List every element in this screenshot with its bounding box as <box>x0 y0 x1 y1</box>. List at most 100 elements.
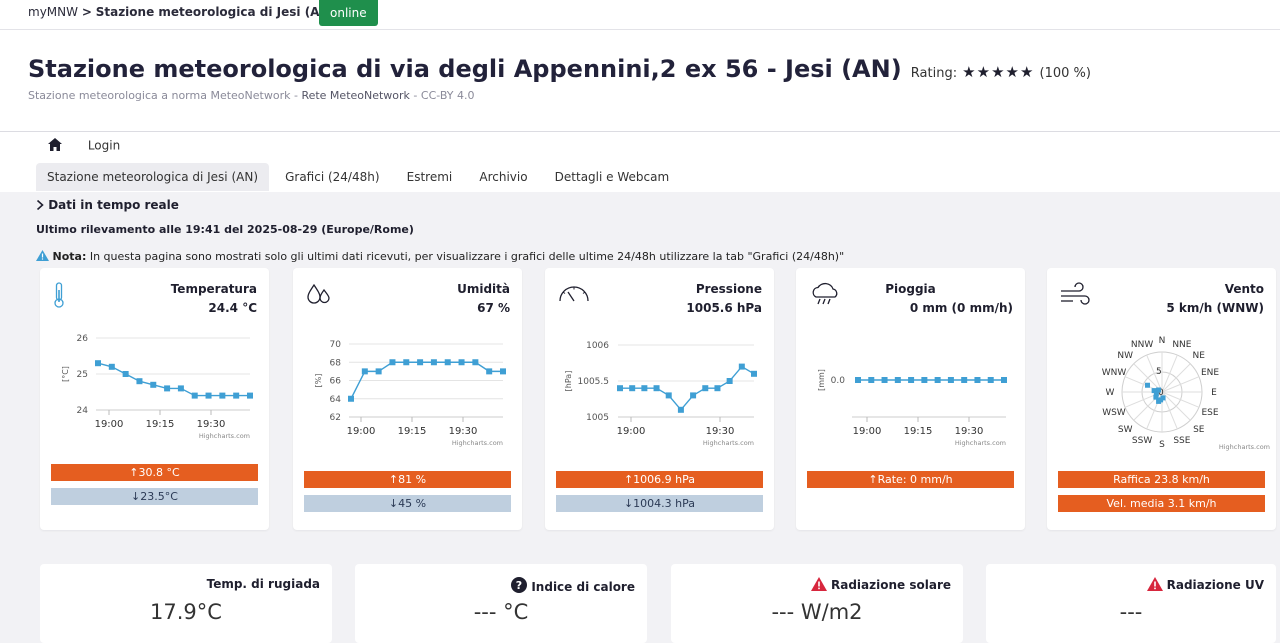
page-subtitle: Stazione meteorologica a norma MeteoNetw… <box>28 89 475 102</box>
tab-extremes[interactable]: Estremi <box>396 163 464 191</box>
subtitle-license: - CC-BY 4.0 <box>409 89 475 102</box>
y-tick-label: 1005.5 <box>578 377 610 387</box>
pressure-label: Pressione <box>695 282 762 296</box>
data-point <box>1153 394 1159 400</box>
uv-radiation-header: Radiazione UV <box>1146 577 1264 592</box>
tab-charts[interactable]: Grafici (24/48h) <box>274 163 390 191</box>
data-point <box>690 392 697 399</box>
y-axis-label: [hPa] <box>564 371 573 392</box>
data-point <box>641 385 648 392</box>
direction-label: NW <box>1117 351 1133 361</box>
data-point <box>629 385 636 392</box>
subtitle-standard: Stazione meteorologica a norma MeteoNetw… <box>28 89 302 102</box>
data-point <box>458 359 465 366</box>
y-tick-label: 0.0 <box>831 376 846 386</box>
x-tick-label: 19:15 <box>904 426 933 437</box>
x-tick-label: 19:15 <box>398 426 427 437</box>
humidity-icon <box>305 282 333 314</box>
data-point <box>908 377 915 383</box>
heat-index-label: Indice di calore <box>531 580 635 594</box>
tab-details-webcam[interactable]: Dettagli e Webcam <box>544 163 681 191</box>
chevron-right-icon <box>36 199 44 211</box>
data-point <box>855 377 861 383</box>
series-line <box>97 362 250 397</box>
humidity-label: Umidità <box>457 282 510 296</box>
y-tick-label: 62 <box>330 413 341 423</box>
data-point <box>95 360 101 367</box>
data-point <box>726 378 733 384</box>
data-point <box>177 385 184 392</box>
y-axis-label: [°C] <box>61 366 70 382</box>
x-tick-label: 19:00 <box>347 426 376 437</box>
data-point <box>653 385 660 392</box>
pressure-card: Pressione 1005.6 hPa 1006 1005.5 1005 [hPa]… <box>545 268 774 530</box>
wind-label: Vento <box>1224 282 1264 296</box>
data-point <box>738 363 745 370</box>
data-point <box>361 368 368 375</box>
humidity-card: Umidità 67 % 70 68 66 64 62 [%] 19:00 19:15 19:3… <box>293 268 522 530</box>
y-tick-label: 66 <box>330 377 342 387</box>
y-tick-label: 70 <box>330 340 342 350</box>
x-tick-label: 19:00 <box>617 426 646 437</box>
page-header: Stazione meteorologica di via degli Appe… <box>28 55 1091 83</box>
chart-credit: Highcharts.com <box>452 439 503 447</box>
y-tick-label: 24 <box>77 406 89 416</box>
data-point <box>881 377 888 383</box>
temperature-chart: 26 25 24 [°C] 19:00 19:15 19:30 Highcharts.com <box>61 334 253 440</box>
breadcrumb-separator: > <box>81 5 92 19</box>
breadcrumb-root-link[interactable]: myMNW <box>28 5 78 19</box>
direction-label: W <box>1106 388 1115 398</box>
wind-average: Vel. media 3.1 km/h <box>1058 495 1265 512</box>
realtime-section-toggle[interactable]: Dati in tempo reale <box>36 198 179 212</box>
data-point <box>375 368 382 375</box>
solar-radiation-value: --- W/m2 <box>771 600 863 624</box>
data-point <box>472 359 479 366</box>
warning-icon <box>811 577 827 591</box>
temperature-max: ↑30.8 °C <box>51 464 258 481</box>
data-point <box>205 392 212 399</box>
data-point <box>714 385 721 392</box>
tab-station[interactable]: Stazione meteorologica di Jesi (AN) <box>36 163 269 191</box>
spoke <box>1161 391 1191 421</box>
direction-label: E <box>1211 388 1217 398</box>
data-point <box>1156 387 1162 393</box>
data-point <box>868 377 875 383</box>
radial-tick-label: 5 <box>1156 367 1162 377</box>
home-icon[interactable] <box>48 138 62 154</box>
data-point <box>961 377 968 383</box>
direction-label: WNW <box>1102 368 1127 378</box>
x-tick-label: 19:30 <box>706 426 735 437</box>
data-point <box>430 359 437 366</box>
rain-rate: ↑Rate: 0 mm/h <box>807 471 1014 488</box>
wind-icon <box>1059 282 1091 312</box>
top-bar: myMNW > Stazione meteorologica di Jesi (… <box>0 0 1280 30</box>
direction-label: SSW <box>1132 436 1152 446</box>
data-point <box>894 377 901 383</box>
data-point <box>974 377 981 383</box>
data-point <box>751 370 757 377</box>
wind-card: Vento 5 km/h (WNW) N NNE NE ENE E ESE SE SSE S SS… <box>1047 268 1276 530</box>
x-tick-label: 19:30 <box>449 426 478 437</box>
gauge-icon <box>557 282 591 308</box>
chart-credit: Highcharts.com <box>955 439 1006 447</box>
tab-archive[interactable]: Archivio <box>468 163 538 191</box>
solar-radiation-card: Radiazione solare --- W/m2 <box>671 564 963 643</box>
rating-label: Rating: <box>910 66 958 81</box>
network-link[interactable]: Rete MeteoNetwork <box>301 89 410 102</box>
humidity-value: 67 % <box>477 301 510 315</box>
data-point <box>233 392 240 399</box>
info-note: Nota: In questa pagina sono mostrati sol… <box>36 250 844 263</box>
data-point <box>934 377 941 383</box>
data-point <box>947 377 954 383</box>
data-point <box>108 363 115 370</box>
data-point <box>677 406 684 413</box>
heat-index-card: ? Indice di calore --- °C <box>355 564 647 643</box>
uv-radiation-value: --- <box>1119 600 1143 624</box>
breadcrumb-station[interactable]: Stazione meteorologica di Jesi (AN) <box>96 5 335 19</box>
login-link[interactable]: Login <box>88 139 120 153</box>
data-point <box>500 368 506 375</box>
y-tick-label: 1005 <box>586 413 609 423</box>
data-point <box>1160 395 1166 401</box>
direction-label: S <box>1159 440 1165 450</box>
help-icon[interactable]: ? <box>511 577 528 593</box>
